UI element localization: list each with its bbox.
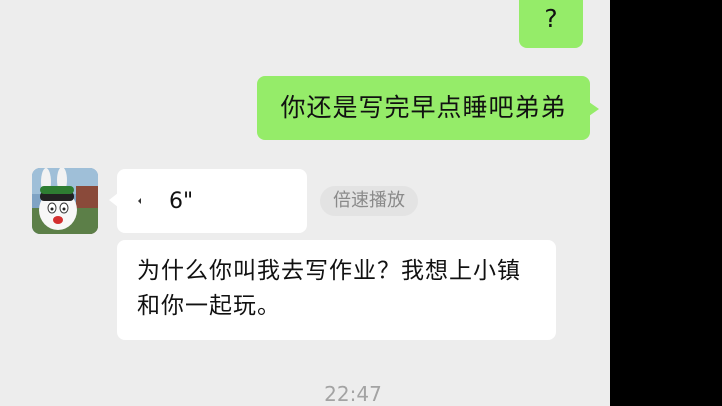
voice-wave-icon [138, 198, 141, 204]
playback-speed-button[interactable]: 倍速播放 [320, 186, 418, 216]
voice-transcript-bubble[interactable]: 为什么你叫我去写作业？我想上小镇和你一起玩。 [117, 240, 556, 340]
outgoing-message-text: ? [544, 4, 558, 33]
rabbid-avatar-icon [32, 168, 98, 234]
voice-transcript-text: 为什么你叫我去写作业？我想上小镇和你一起玩。 [137, 258, 521, 319]
voice-message-bubble[interactable]: 6" [109, 169, 307, 233]
outgoing-message-text: 你还是写完早点睡吧弟弟 [280, 93, 567, 122]
outgoing-message-bubble[interactable]: ? [519, 0, 583, 48]
voice-duration: 6" [169, 188, 194, 214]
message-timestamp: 22:47 [324, 382, 382, 406]
chat-area: ? 你还是写完早点睡吧弟弟 6" 倍速播放 为什么你叫我去写作业？我想上小镇和你… [0, 0, 610, 406]
outgoing-message-bubble[interactable]: 你还是写完早点睡吧弟弟 [257, 76, 599, 140]
contact-avatar[interactable] [32, 168, 98, 234]
